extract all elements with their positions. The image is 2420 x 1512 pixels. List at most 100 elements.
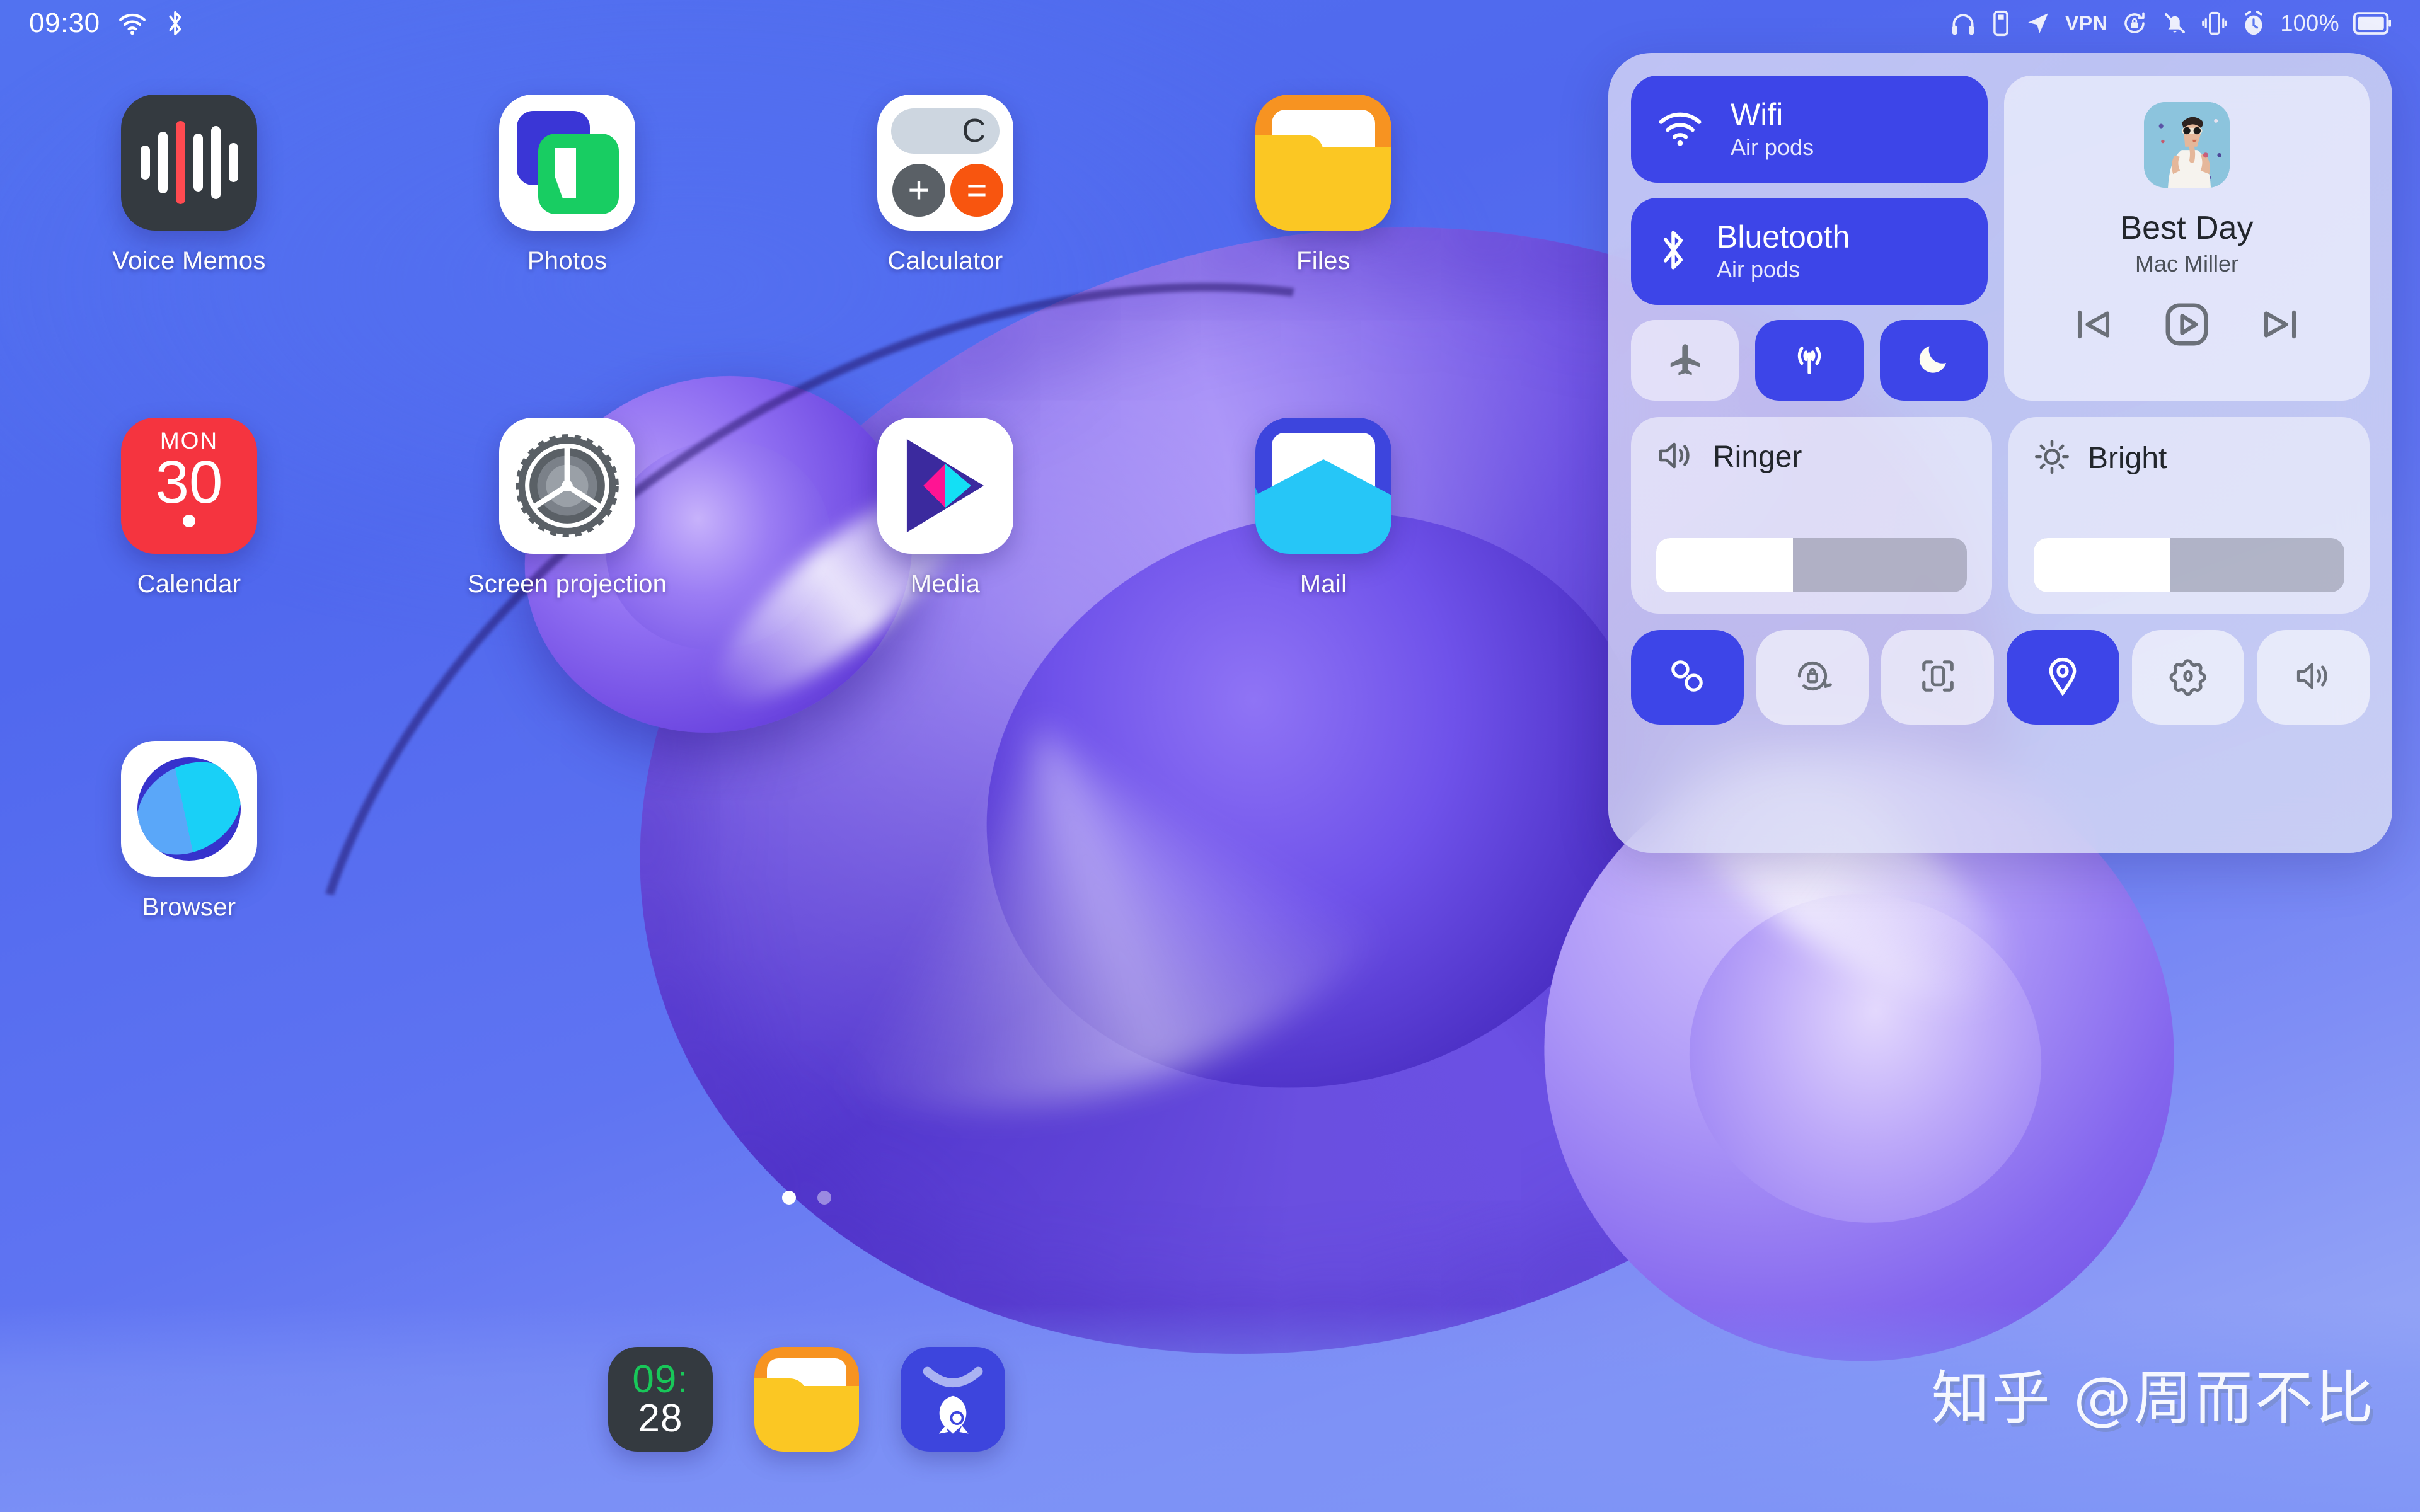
watermark: 知乎 @周而不比 bbox=[1931, 1365, 2376, 1432]
screen-projection-icon[interactable] bbox=[499, 418, 635, 554]
calculator-equals: = bbox=[950, 164, 1003, 217]
calendar-day: 30 bbox=[155, 449, 223, 516]
app-browser[interactable]: Browser bbox=[0, 741, 378, 922]
status-bar: 09:30 VPN 100% bbox=[0, 0, 2420, 47]
music-artist: Mac Miller bbox=[2135, 251, 2238, 277]
music-widget[interactable]: Best Day Mac Miller bbox=[2004, 76, 2370, 401]
page-dot-active[interactable] bbox=[782, 1191, 796, 1205]
calendar-event-dot bbox=[183, 515, 195, 528]
control-center-top: Wifi Air pods Bluetooth Air pods Best Da… bbox=[1631, 76, 2370, 401]
app-label: Browser bbox=[142, 893, 236, 921]
page-dot[interactable] bbox=[817, 1191, 831, 1205]
dock-files-icon[interactable] bbox=[754, 1347, 859, 1452]
app-photos[interactable]: Photos bbox=[378, 94, 756, 275]
next-track-icon[interactable] bbox=[2259, 305, 2301, 347]
usb-icon bbox=[1991, 9, 2011, 37]
app-voice-memos[interactable]: Voice Memos bbox=[0, 94, 378, 275]
screen-mirror-button[interactable] bbox=[1631, 630, 1744, 724]
wifi-icon bbox=[117, 11, 148, 36]
ringer-slider-track[interactable] bbox=[1656, 538, 1967, 592]
bluetooth-icon bbox=[164, 9, 186, 38]
app-calculator[interactable]: C + = Calculator bbox=[756, 94, 1134, 275]
voice-memos-icon[interactable] bbox=[121, 94, 257, 231]
battery-percent-label: 100% bbox=[2280, 10, 2339, 36]
status-bar-clock: 09:30 bbox=[29, 8, 100, 38]
music-title: Best Day bbox=[2120, 210, 2254, 246]
wifi-title: Wifi bbox=[1731, 96, 1783, 132]
speaker-icon bbox=[2294, 659, 2333, 696]
rotation-lock-button[interactable] bbox=[1756, 630, 1869, 724]
app-label: Media bbox=[910, 570, 981, 598]
ringer-slider-fill bbox=[1656, 538, 1793, 592]
control-center-toggles bbox=[1631, 320, 1988, 401]
app-media[interactable]: Media bbox=[756, 418, 1134, 598]
screenshot-button[interactable] bbox=[1881, 630, 1995, 724]
app-screen-projection[interactable]: Screen projection bbox=[378, 418, 756, 598]
bluetooth-tile[interactable]: Bluetooth Air pods bbox=[1631, 198, 1988, 305]
airplane-mode-toggle[interactable] bbox=[1631, 320, 1739, 401]
brightness-icon bbox=[2034, 438, 2070, 478]
mail-icon[interactable] bbox=[1255, 418, 1392, 554]
app-label: Mail bbox=[1299, 570, 1347, 598]
calendar-icon[interactable]: MON 30 bbox=[121, 418, 257, 554]
app-label: Screen projection bbox=[467, 570, 667, 598]
brightness-slider-track[interactable] bbox=[2034, 538, 2344, 592]
app-grid: Voice Memos Photos C + = Calculator File… bbox=[0, 94, 1613, 922]
media-icon[interactable] bbox=[877, 418, 1013, 554]
bluetooth-icon bbox=[1656, 227, 1690, 277]
do-not-disturb-toggle[interactable] bbox=[1879, 320, 1988, 401]
vibrate-icon bbox=[2202, 9, 2228, 37]
app-label: Voice Memos bbox=[112, 247, 266, 275]
location-button[interactable] bbox=[2007, 630, 2119, 724]
settings-button[interactable] bbox=[2131, 630, 2245, 724]
app-row-3: Browser bbox=[0, 741, 1613, 922]
app-row-1: Voice Memos Photos C + = Calculator File… bbox=[0, 94, 1613, 275]
gear-icon bbox=[2169, 656, 2208, 699]
rotation-lock-icon bbox=[2121, 10, 2148, 37]
alarm-icon bbox=[2241, 9, 2266, 37]
brightness-slider-card[interactable]: Bright bbox=[2008, 417, 2370, 614]
hotspot-toggle[interactable] bbox=[1755, 320, 1864, 401]
control-center-actions bbox=[1631, 630, 2370, 724]
files-icon[interactable] bbox=[1255, 94, 1392, 231]
dock-clock-minutes: 28 bbox=[638, 1397, 683, 1440]
vpn-icon: VPN bbox=[2065, 11, 2108, 35]
volume-button[interactable] bbox=[2257, 630, 2370, 724]
browser-icon[interactable] bbox=[121, 741, 257, 877]
photos-icon[interactable] bbox=[499, 94, 635, 231]
status-bar-left: 09:30 bbox=[29, 8, 186, 39]
brightness-label: Bright bbox=[2088, 442, 2167, 475]
headphones-icon bbox=[1949, 9, 1977, 37]
play-icon[interactable] bbox=[2164, 301, 2210, 351]
mute-bell-icon bbox=[2162, 10, 2188, 37]
app-label: Files bbox=[1296, 247, 1351, 275]
app-mail[interactable]: Mail bbox=[1134, 418, 1512, 598]
ringer-slider-card[interactable]: Ringer bbox=[1631, 417, 1992, 614]
control-center-connectivity: Wifi Air pods Bluetooth Air pods bbox=[1631, 76, 1988, 401]
wifi-icon bbox=[1656, 108, 1704, 151]
moon-icon bbox=[1915, 340, 1952, 381]
brightness-slider-fill bbox=[2034, 538, 2170, 592]
music-controls bbox=[2073, 301, 2301, 351]
calculator-icon[interactable]: C + = bbox=[877, 94, 1013, 231]
previous-track-icon[interactable] bbox=[2073, 305, 2114, 347]
app-calendar[interactable]: MON 30 Calendar bbox=[0, 418, 378, 598]
dock-clock-widget[interactable]: 09: 28 bbox=[608, 1347, 713, 1452]
app-label: Calendar bbox=[137, 570, 241, 598]
hotspot-icon bbox=[1789, 339, 1829, 382]
location-pin-icon bbox=[2044, 656, 2082, 699]
dock-clock-hours: 09: bbox=[632, 1358, 689, 1401]
app-label: Photos bbox=[527, 247, 608, 275]
app-row-2: MON 30 Calendar Screen projection Media … bbox=[0, 418, 1613, 598]
rotation-lock-icon bbox=[1793, 656, 1832, 699]
screenshot-frame-icon bbox=[1918, 656, 1957, 699]
location-arrow-icon bbox=[2025, 10, 2051, 37]
dock-rocket-icon[interactable] bbox=[901, 1347, 1005, 1452]
battery-full-icon bbox=[2353, 11, 2391, 35]
status-bar-right: VPN 100% bbox=[1949, 9, 2391, 37]
app-files[interactable]: Files bbox=[1134, 94, 1512, 275]
wifi-tile[interactable]: Wifi Air pods bbox=[1631, 76, 1988, 183]
album-art bbox=[2144, 102, 2230, 188]
calculator-screen-text: C bbox=[891, 108, 1000, 154]
airplane-icon bbox=[1666, 340, 1705, 382]
